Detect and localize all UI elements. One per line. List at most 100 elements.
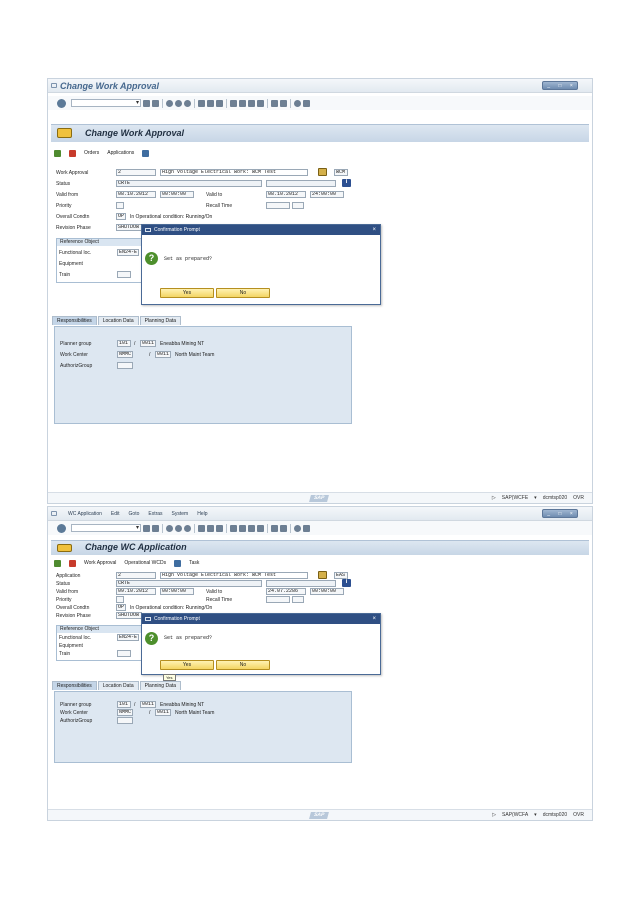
priority-field[interactable] [116,202,124,209]
save-icon[interactable] [152,99,159,107]
layout-menu-icon[interactable] [303,524,310,532]
train-field[interactable] [117,650,131,657]
operational-wcds-button[interactable]: Operational WCDs [124,560,166,566]
functional-loc-field[interactable]: EN24-E [117,249,139,256]
next-page-icon[interactable] [248,524,255,532]
exit-icon[interactable] [175,99,182,107]
print-icon[interactable] [198,99,205,107]
valid-to-time-field[interactable]: 00:00:00 [310,588,344,595]
valid-to-time-field[interactable]: 24:00:00 [310,191,344,198]
recall-time-field[interactable] [266,202,290,209]
task-button[interactable]: Task [189,560,199,566]
status-triangle-icon[interactable]: ▷ [492,812,496,818]
overall-condition-code-field[interactable]: OP [116,604,126,611]
back-arrow-icon[interactable] [166,99,173,107]
back-icon[interactable] [143,524,150,532]
first-page-icon[interactable] [230,524,237,532]
system-dropdown-icon[interactable]: ▾ [534,812,537,818]
enter-icon[interactable] [57,98,66,108]
find-next-icon[interactable] [216,99,223,107]
work-center-plant-field[interactable]: 0011 [155,709,171,716]
info-icon[interactable]: i [342,579,351,587]
last-page-icon[interactable] [257,99,264,107]
system-name[interactable]: SAP(WCFA [502,812,528,818]
valid-from-time-field[interactable]: 00:00:00 [160,588,194,595]
valid-to-date-field[interactable]: 24.07.2286 [266,588,306,595]
new-session-icon[interactable] [271,524,278,532]
planner-group-plant-field[interactable]: 101 [117,701,131,708]
dialog-close-icon[interactable]: × [372,614,376,624]
maximize-icon[interactable]: □ [558,511,561,517]
work-approval-description-field[interactable]: High voltage Electrical work: WCM Test [160,169,308,176]
find-icon[interactable] [207,524,214,532]
revision-phase-field[interactable]: SHUTDOW [116,612,142,619]
help-icon[interactable] [294,99,301,107]
applications-button[interactable]: Applications [107,150,134,156]
status-change-icon[interactable] [54,559,61,567]
no-button[interactable]: No [216,660,270,670]
orders-button[interactable]: Orders [84,150,99,156]
previous-page-icon[interactable] [239,99,246,107]
shortcut-icon[interactable] [280,524,287,532]
planner-group-code-field[interactable]: 0011 [140,340,156,347]
back-icon[interactable] [143,99,150,107]
menu-help[interactable]: Help [197,511,207,517]
edit-text-icon[interactable] [318,168,327,176]
tab-responsibilities[interactable]: Responsibilities [52,681,97,690]
tab-responsibilities[interactable]: Responsibilities [52,316,97,325]
system-name[interactable]: SAP(WCFE [502,495,528,501]
enter-icon[interactable] [57,523,66,533]
close-icon[interactable]: × [570,511,573,517]
tab-location-data[interactable]: Location Data [97,681,139,690]
menu-wc-application[interactable]: WC Application [68,511,102,517]
print-icon[interactable] [198,524,205,532]
maximize-icon[interactable]: □ [558,83,561,89]
cancel-icon[interactable] [184,524,191,532]
tab-planning-data[interactable]: Planning Data [139,316,182,325]
window-controls[interactable]: _ □ × [542,81,578,90]
back-arrow-icon[interactable] [166,524,173,532]
close-icon[interactable]: × [570,83,573,89]
display-object-icon[interactable] [174,559,182,567]
traffic-light-icon[interactable] [69,559,76,567]
valid-to-date-field[interactable]: 08.10.2012 [266,191,306,198]
status-change-icon[interactable] [54,149,61,157]
functional-loc-field[interactable]: EN24-E [117,634,139,641]
priority-field[interactable] [116,596,124,603]
command-field[interactable] [71,99,141,107]
valid-from-time-field[interactable]: 00:00:00 [160,191,194,198]
layout-menu-icon[interactable] [303,99,310,107]
author-group-field[interactable] [117,362,133,369]
tab-planning-data[interactable]: Planning Data [139,681,182,690]
planner-group-code-field[interactable]: 0011 [140,701,156,708]
last-page-icon[interactable] [257,524,264,532]
edit-text-icon[interactable] [318,571,327,579]
work-center-plant-field[interactable]: 0011 [155,351,171,358]
next-page-icon[interactable] [248,99,255,107]
display-object-icon[interactable] [142,149,150,157]
window-controls[interactable]: _ □ × [542,509,578,518]
application-code-field[interactable]: EAS [334,572,348,579]
valid-from-date-field[interactable]: 08.10.2012 [116,191,156,198]
first-page-icon[interactable] [230,99,237,107]
shortcut-icon[interactable] [280,99,287,107]
minimize-icon[interactable]: _ [547,511,550,517]
application-number-field[interactable]: 2 [116,572,156,579]
overall-condition-code-field[interactable]: OP [116,213,126,220]
work-approval-code-field[interactable]: WCM [334,169,348,176]
save-icon[interactable] [152,524,159,532]
menu-extras[interactable]: Extras [148,511,162,517]
traffic-light-icon[interactable] [69,149,76,157]
find-next-icon[interactable] [216,524,223,532]
cancel-icon[interactable] [184,99,191,107]
status-triangle-icon[interactable]: ▷ [492,495,496,501]
revision-phase-field[interactable]: SHUTDOW [116,224,142,231]
previous-page-icon[interactable] [239,524,246,532]
recall-time-unit-field[interactable] [292,596,304,603]
train-field[interactable] [117,271,131,278]
work-center-field[interactable]: NMMC [117,351,133,358]
recall-time-unit-field[interactable] [292,202,304,209]
help-icon[interactable] [294,524,301,532]
author-group-field[interactable] [117,717,133,724]
valid-from-date-field[interactable]: 09.10.2012 [116,588,156,595]
